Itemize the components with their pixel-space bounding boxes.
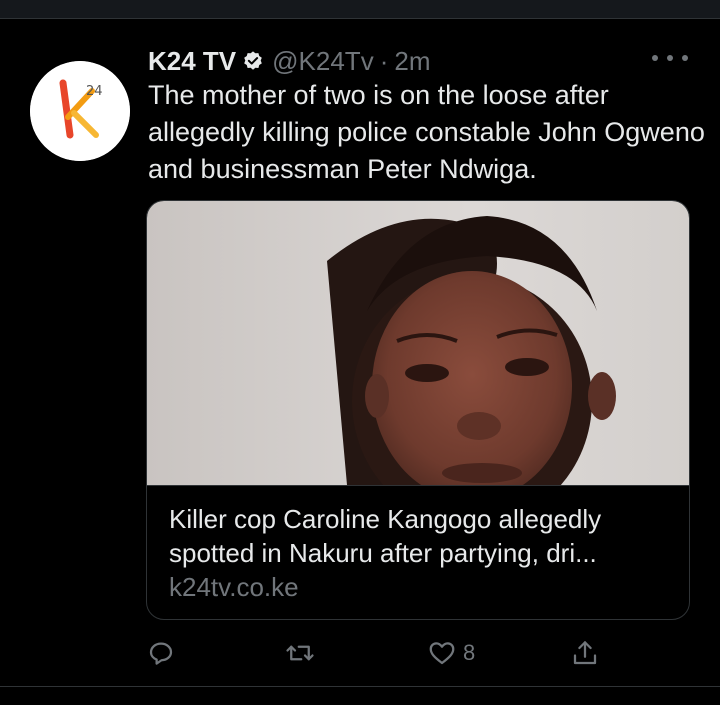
divider: [0, 686, 720, 687]
avatar[interactable]: 24: [30, 61, 130, 161]
retweet-button[interactable]: [285, 635, 315, 671]
timestamp[interactable]: 2m: [394, 46, 430, 77]
display-name[interactable]: K24 TV: [148, 46, 236, 77]
k24-logo-icon: 24: [30, 61, 130, 161]
verified-badge-icon: [242, 50, 264, 72]
link-card[interactable]: Killer cop Caroline Kangogo allegedly sp…: [146, 200, 690, 620]
tweet[interactable]: 24 K24 TV @K24Tv · 2m The mother of two …: [0, 19, 720, 684]
like-button[interactable]: 8: [427, 635, 475, 671]
retweet-icon: [286, 645, 314, 661]
svg-text:24: 24: [86, 84, 103, 99]
card-title: Killer cop Caroline Kangogo allegedly sp…: [169, 504, 602, 568]
card-domain: k24tv.co.ke: [169, 572, 299, 602]
tweet-text: The mother of two is on the loose after …: [148, 80, 705, 184]
heart-icon: [429, 642, 455, 665]
tweet-actions: 8: [0, 631, 720, 675]
tweet-header: K24 TV @K24Tv · 2m: [148, 41, 431, 81]
card-body: Killer cop Caroline Kangogo allegedly sp…: [147, 485, 689, 604]
top-bar: [0, 0, 720, 19]
more-options-icon[interactable]: [652, 47, 688, 69]
share-icon: [573, 641, 597, 665]
reply-icon: [149, 642, 173, 665]
handle[interactable]: @K24Tv: [272, 46, 374, 77]
separator-dot: ·: [379, 45, 389, 76]
share-button[interactable]: [570, 635, 600, 671]
like-count: 8: [463, 640, 476, 665]
card-image: [147, 201, 689, 485]
reply-button[interactable]: [146, 635, 176, 671]
